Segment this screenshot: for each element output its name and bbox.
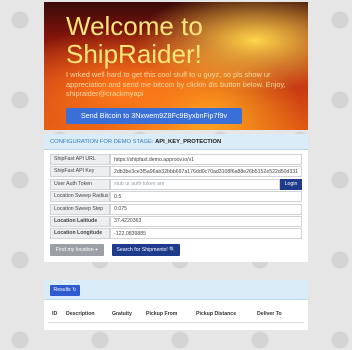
stage-name: API_KEY_PROTECTION bbox=[155, 139, 222, 145]
sweep-step-input[interactable] bbox=[110, 203, 302, 215]
login-button[interactable]: Login bbox=[280, 178, 302, 190]
api-key-label: ShipFast API Key bbox=[50, 166, 110, 178]
sweep-step-row: Location Sweep Step bbox=[50, 203, 302, 215]
column-header-deliver-to: Deliver To bbox=[257, 311, 282, 317]
column-header-pickup-from: Pickup From bbox=[146, 311, 178, 317]
column-header-description: Description bbox=[66, 311, 95, 317]
sweep-radius-label: Location Sweep Radius bbox=[50, 191, 110, 203]
sweep-step-label: Location Sweep Step bbox=[50, 203, 110, 215]
search-shipments-button[interactable]: Search for Shipments! 🔍 bbox=[112, 244, 180, 256]
auth-token-input[interactable] bbox=[110, 178, 280, 190]
api-url-row: ShipFast API URL bbox=[50, 154, 302, 165]
hero-description: I wrked well hard to get this cool stuff… bbox=[66, 70, 286, 98]
config-form: ShipFast API URL ShipFast API Key User A… bbox=[50, 154, 302, 241]
config-panel: CONFIGURATION FOR DEMO STAGE: API_KEY_PR… bbox=[44, 134, 308, 262]
latitude-row: Location Latitude bbox=[50, 215, 302, 227]
sweep-radius-row: Location Sweep Radius bbox=[50, 191, 302, 203]
longitude-row: Location Longitude bbox=[50, 228, 302, 240]
api-url-input[interactable] bbox=[110, 154, 302, 165]
auth-token-row: User Auth Token Login bbox=[50, 178, 302, 190]
api-key-row: ShipFast API Key bbox=[50, 166, 302, 178]
latitude-input[interactable] bbox=[110, 215, 302, 227]
send-bitcoin-button[interactable]: Send Bitcoin to 3Nxwem9Z8Fc9ByxbnFip7f9v bbox=[66, 108, 242, 124]
latitude-label: Location Latitude bbox=[50, 215, 110, 227]
sweep-radius-input[interactable] bbox=[110, 191, 302, 203]
table-divider bbox=[48, 322, 304, 323]
config-header: CONFIGURATION FOR DEMO STAGE: API_KEY_PR… bbox=[44, 134, 308, 150]
column-header-pickup-distance: Pickup Distance bbox=[196, 311, 237, 317]
find-location-button[interactable]: Find my location ⌖ bbox=[50, 244, 104, 256]
hero-banner: Welcome to ShipRaider! I wrked well hard… bbox=[44, 2, 308, 130]
results-panel: Results ↻ ID Description Gratuity Pickup… bbox=[44, 280, 308, 330]
api-key-input[interactable] bbox=[110, 166, 302, 178]
column-header-id: ID bbox=[52, 311, 58, 317]
config-header-label: CONFIGURATION FOR DEMO STAGE: bbox=[50, 139, 154, 145]
results-header: Results ↻ bbox=[44, 280, 308, 300]
longitude-input[interactable] bbox=[110, 228, 302, 240]
results-refresh-button[interactable]: Results ↻ bbox=[50, 285, 80, 296]
hero-title: Welcome to ShipRaider! bbox=[66, 11, 203, 69]
api-url-label: ShipFast API URL bbox=[50, 154, 110, 165]
results-table-header: ID Description Gratuity Pickup From Pick… bbox=[44, 311, 308, 321]
auth-token-label: User Auth Token bbox=[50, 178, 110, 190]
longitude-label: Location Longitude bbox=[50, 228, 110, 240]
column-header-gratuity: Gratuity bbox=[112, 311, 132, 317]
